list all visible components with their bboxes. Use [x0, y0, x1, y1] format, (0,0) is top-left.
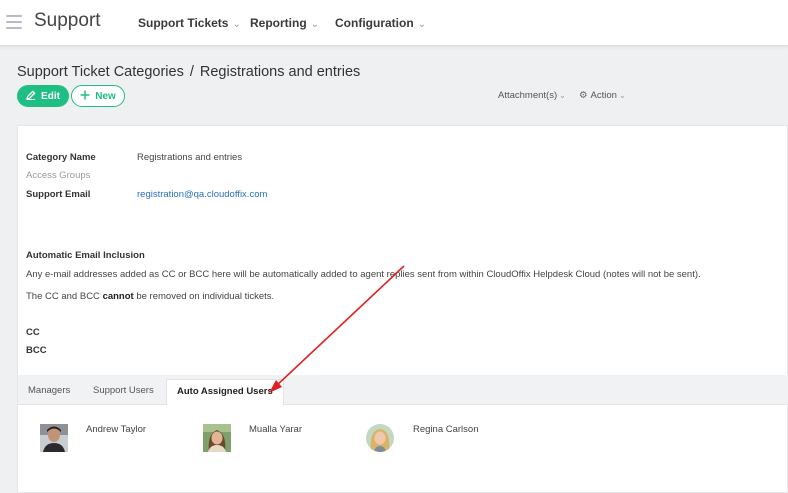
chevron-down-icon: ⌄: [559, 91, 566, 100]
support-email-value[interactable]: registration@qa.cloudoffix.com: [137, 189, 267, 200]
breadcrumb-parent[interactable]: Support Ticket Categories: [17, 64, 184, 80]
breadcrumb: Support Ticket Categories / Registrations …: [17, 64, 360, 80]
attachments-dropdown[interactable]: Attachment(s) ⌄: [498, 90, 566, 101]
nav-configuration[interactable]: Configuration ⌄: [335, 16, 426, 30]
edit-button[interactable]: Edit: [17, 85, 69, 107]
user-name: Andrew Taylor: [86, 424, 147, 435]
category-detail-card: Category Name Registrations and entries …: [17, 125, 788, 493]
plus-icon: [80, 89, 90, 103]
chevron-down-icon: ⌄: [417, 19, 427, 30]
category-name-value: Registrations and entries: [137, 152, 243, 163]
cc-label[interactable]: CC: [26, 327, 40, 338]
avatar: [203, 424, 231, 452]
breadcrumb-separator: /: [189, 64, 194, 80]
tab-managers[interactable]: Managers: [28, 385, 70, 396]
nav-support-tickets[interactable]: Support Tickets ⌄: [138, 16, 241, 30]
access-groups-label: Access Groups: [26, 170, 91, 181]
new-button[interactable]: New: [71, 85, 125, 107]
breadcrumb-current: Registrations and entries: [199, 64, 361, 80]
gear-icon: ⚙: [579, 90, 588, 101]
user-name: Regina Carlson: [413, 424, 479, 435]
category-name-label: Category Name: [26, 152, 96, 163]
tab-auto-assigned-users[interactable]: Auto Assigned Users: [166, 379, 284, 405]
hamburger-icon[interactable]: [6, 15, 22, 29]
support-email-label: Support Email: [26, 189, 91, 200]
user-tabs: Managers Support Users Auto Assigned Use…: [18, 375, 788, 405]
bcc-label[interactable]: BCC: [26, 345, 47, 356]
app-brand[interactable]: Support: [34, 10, 101, 32]
action-dropdown[interactable]: ⚙ Action ⌄: [579, 90, 626, 101]
chevron-down-icon: ⌄: [618, 91, 626, 100]
chevron-down-icon: ⌄: [232, 19, 241, 30]
email-inclusion-note: The CC and BCC cannot be removed on indi…: [26, 291, 275, 302]
avatar: [366, 424, 394, 452]
user-name: Mualla Yarar: [249, 424, 302, 435]
nav-reporting[interactable]: Reporting ⌄: [250, 16, 319, 30]
avatar: [40, 424, 68, 452]
email-inclusion-description: Any e-mail addresses added as CC or BCC …: [26, 269, 701, 280]
top-navbar: Support Support Tickets ⌄ Reporting ⌄ Conf…: [0, 0, 788, 46]
email-inclusion-heading: Automatic Email Inclusion: [26, 250, 145, 261]
pencil-icon: [26, 89, 36, 103]
chevron-down-icon: ⌄: [310, 19, 320, 30]
tab-support-users[interactable]: Support Users: [93, 385, 154, 396]
